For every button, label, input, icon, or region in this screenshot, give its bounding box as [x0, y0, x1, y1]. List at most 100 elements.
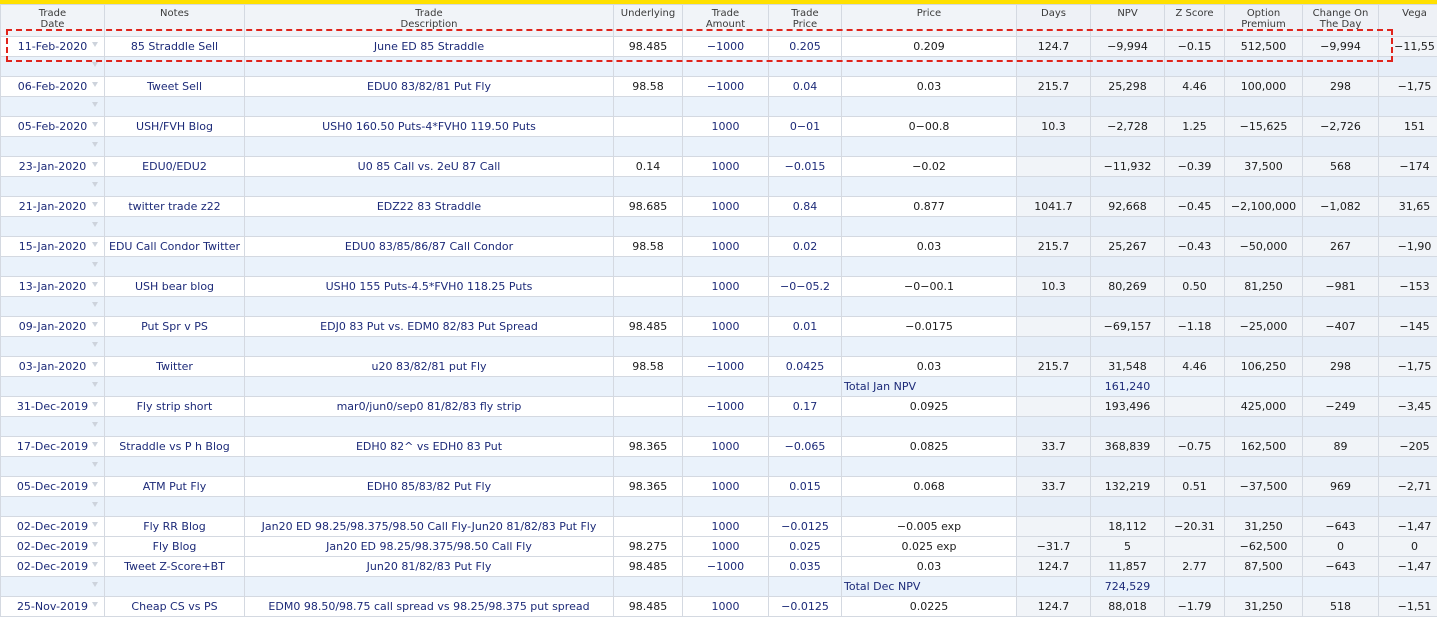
dropdown-arrow-icon[interactable]: [92, 362, 98, 367]
dropdown-arrow-icon[interactable]: [92, 602, 98, 607]
cell-trade-date[interactable]: 02-Dec-2019: [1, 517, 105, 537]
cell-trade-date[interactable]: 05-Feb-2020: [1, 117, 105, 137]
spacer-cell: [683, 57, 769, 77]
dropdown-arrow-icon[interactable]: [92, 442, 98, 447]
cell-trade-date[interactable]: 05-Dec-2019: [1, 477, 105, 497]
cell-trade-date[interactable]: 31-Dec-2019: [1, 397, 105, 417]
cell-change-on-day: −643: [1303, 557, 1379, 577]
dropdown-arrow-icon[interactable]: [92, 242, 98, 247]
spacer-cell: [1165, 497, 1225, 517]
column-header-notes[interactable]: Notes: [105, 5, 245, 37]
table-row[interactable]: 09-Jan-2020Put Spr v PSEDJ0 83 Put vs. E…: [1, 317, 1437, 337]
dropdown-arrow-icon[interactable]: [92, 402, 98, 407]
column-header-underlying[interactable]: Underlying: [614, 5, 683, 37]
dropdown-arrow-icon[interactable]: [92, 322, 98, 327]
dropdown-arrow-icon[interactable]: [92, 202, 98, 207]
table-row[interactable]: 11-Feb-202085 Straddle SellJune ED 85 St…: [1, 37, 1437, 57]
dropdown-arrow-icon[interactable]: [92, 542, 98, 547]
cell-notes: Tweet Sell: [105, 77, 245, 97]
table-row[interactable]: 02-Dec-2019Fly BlogJan20 ED 98.25/98.375…: [1, 537, 1437, 557]
dropdown-arrow-icon[interactable]: [92, 462, 98, 467]
column-header-amount[interactable]: TradeAmount: [683, 5, 769, 37]
spacer-cell: [1017, 337, 1091, 357]
cell-trade-date[interactable]: 02-Dec-2019: [1, 537, 105, 557]
cell-days: [1017, 157, 1091, 177]
dropdown-arrow-icon[interactable]: [92, 582, 98, 587]
dropdown-arrow-icon[interactable]: [92, 62, 98, 67]
spacer-cell: [1303, 337, 1379, 357]
dropdown-arrow-icon[interactable]: [92, 522, 98, 527]
column-header-npv[interactable]: NPV: [1091, 5, 1165, 37]
dropdown-arrow-icon[interactable]: [92, 502, 98, 507]
cell-trade-price: 0.015: [769, 477, 842, 497]
cell-npv: −69,157: [1091, 317, 1165, 337]
table-row[interactable]: 02-Dec-2019Fly RR BlogJan20 ED 98.25/98.…: [1, 517, 1437, 537]
spacer-cell: [1225, 137, 1303, 157]
column-header-zscore[interactable]: Z Score: [1165, 5, 1225, 37]
table-row[interactable]: 17-Dec-2019Straddle vs P h BlogEDH0 82^ …: [1, 437, 1437, 457]
table-row[interactable]: 21-Jan-2020twitter trade z22EDZ22 83 Str…: [1, 197, 1437, 217]
table-row[interactable]: 05-Feb-2020USH/FVH BlogUSH0 160.50 Puts-…: [1, 117, 1437, 137]
dropdown-arrow-icon[interactable]: [92, 182, 98, 187]
column-header-premium[interactable]: OptionPremium: [1225, 5, 1303, 37]
spacer-row: [1, 257, 1437, 277]
column-header-date[interactable]: TradeDate: [1, 5, 105, 37]
column-header-trade-price[interactable]: TradePrice: [769, 5, 842, 37]
column-header-line1: Trade: [773, 8, 837, 19]
dropdown-arrow-icon[interactable]: [92, 262, 98, 267]
dropdown-arrow-icon[interactable]: [92, 422, 98, 427]
dropdown-arrow-icon[interactable]: [92, 382, 98, 387]
cell-trade-date[interactable]: 25-Nov-2019: [1, 597, 105, 617]
table-row[interactable]: 23-Jan-2020EDU0/EDU2U0 85 Call vs. 2eU 8…: [1, 157, 1437, 177]
cell-notes: USH bear blog: [105, 277, 245, 297]
dropdown-arrow-icon[interactable]: [92, 302, 98, 307]
table-row[interactable]: 15-Jan-2020EDU Call Condor TwitterEDU0 8…: [1, 237, 1437, 257]
dropdown-arrow-icon[interactable]: [92, 222, 98, 227]
trade-date-text: 02-Dec-2019: [17, 520, 88, 533]
dropdown-arrow-icon[interactable]: [92, 562, 98, 567]
column-header-price[interactable]: Price: [842, 5, 1017, 37]
dropdown-arrow-icon[interactable]: [92, 282, 98, 287]
cell-trade-date[interactable]: 17-Dec-2019: [1, 437, 105, 457]
cell-trade-price: 0.01: [769, 317, 842, 337]
column-header-change[interactable]: Change OnThe Day: [1303, 5, 1379, 37]
cell-trade-date[interactable]: 21-Jan-2020: [1, 197, 105, 217]
column-header-days[interactable]: Days: [1017, 5, 1091, 37]
cell-trade-date[interactable]: 13-Jan-2020: [1, 277, 105, 297]
cell-trade-date[interactable]: 06-Feb-2020: [1, 77, 105, 97]
table-row[interactable]: 03-Jan-2020Twitteru20 83/82/81 put Fly98…: [1, 357, 1437, 377]
cell-change-on-day: −1,082: [1303, 197, 1379, 217]
table-row[interactable]: 25-Nov-2019Cheap CS vs PSEDM0 98.50/98.7…: [1, 597, 1437, 617]
cell-price: 0.0925: [842, 397, 1017, 417]
cell-trade-description: EDZ22 83 Straddle: [245, 197, 614, 217]
column-header-line1: Option: [1229, 8, 1298, 19]
cell-trade-date[interactable]: 02-Dec-2019: [1, 557, 105, 577]
cell-trade-date[interactable]: 11-Feb-2020: [1, 37, 105, 57]
dropdown-arrow-icon[interactable]: [92, 162, 98, 167]
cell-trade-date[interactable]: 09-Jan-2020: [1, 317, 105, 337]
cell-trade-date[interactable]: 15-Jan-2020: [1, 237, 105, 257]
dropdown-arrow-icon[interactable]: [92, 342, 98, 347]
table-row[interactable]: 13-Jan-2020USH bear blogUSH0 155 Puts-4.…: [1, 277, 1437, 297]
column-header-vega[interactable]: Vega: [1379, 5, 1437, 37]
spacer-cell: [1091, 497, 1165, 517]
table-row[interactable]: 05-Dec-2019ATM Put FlyEDH0 85/83/82 Put …: [1, 477, 1437, 497]
dropdown-arrow-icon[interactable]: [92, 82, 98, 87]
cell-trade-date[interactable]: 23-Jan-2020: [1, 157, 105, 177]
table-row[interactable]: 02-Dec-2019Tweet Z-Score+BTJun20 81/82/8…: [1, 557, 1437, 577]
dropdown-arrow-icon[interactable]: [92, 122, 98, 127]
cell-trade-price: −0.0125: [769, 597, 842, 617]
dropdown-arrow-icon[interactable]: [92, 482, 98, 487]
spacer-cell: [683, 137, 769, 157]
dropdown-arrow-icon[interactable]: [92, 142, 98, 147]
spacer-cell: [842, 217, 1017, 237]
table-row[interactable]: 06-Feb-2020Tweet SellEDU0 83/82/81 Put F…: [1, 77, 1437, 97]
dropdown-arrow-icon[interactable]: [92, 42, 98, 47]
total-cell: [769, 377, 842, 397]
total-cell: [1, 377, 105, 397]
cell-trade-date[interactable]: 03-Jan-2020: [1, 357, 105, 377]
column-header-desc[interactable]: TradeDescription: [245, 5, 614, 37]
table-row[interactable]: 31-Dec-2019Fly strip shortmar0/jun0/sep0…: [1, 397, 1437, 417]
dropdown-arrow-icon[interactable]: [92, 102, 98, 107]
column-header-line1: Z Score: [1169, 8, 1220, 19]
